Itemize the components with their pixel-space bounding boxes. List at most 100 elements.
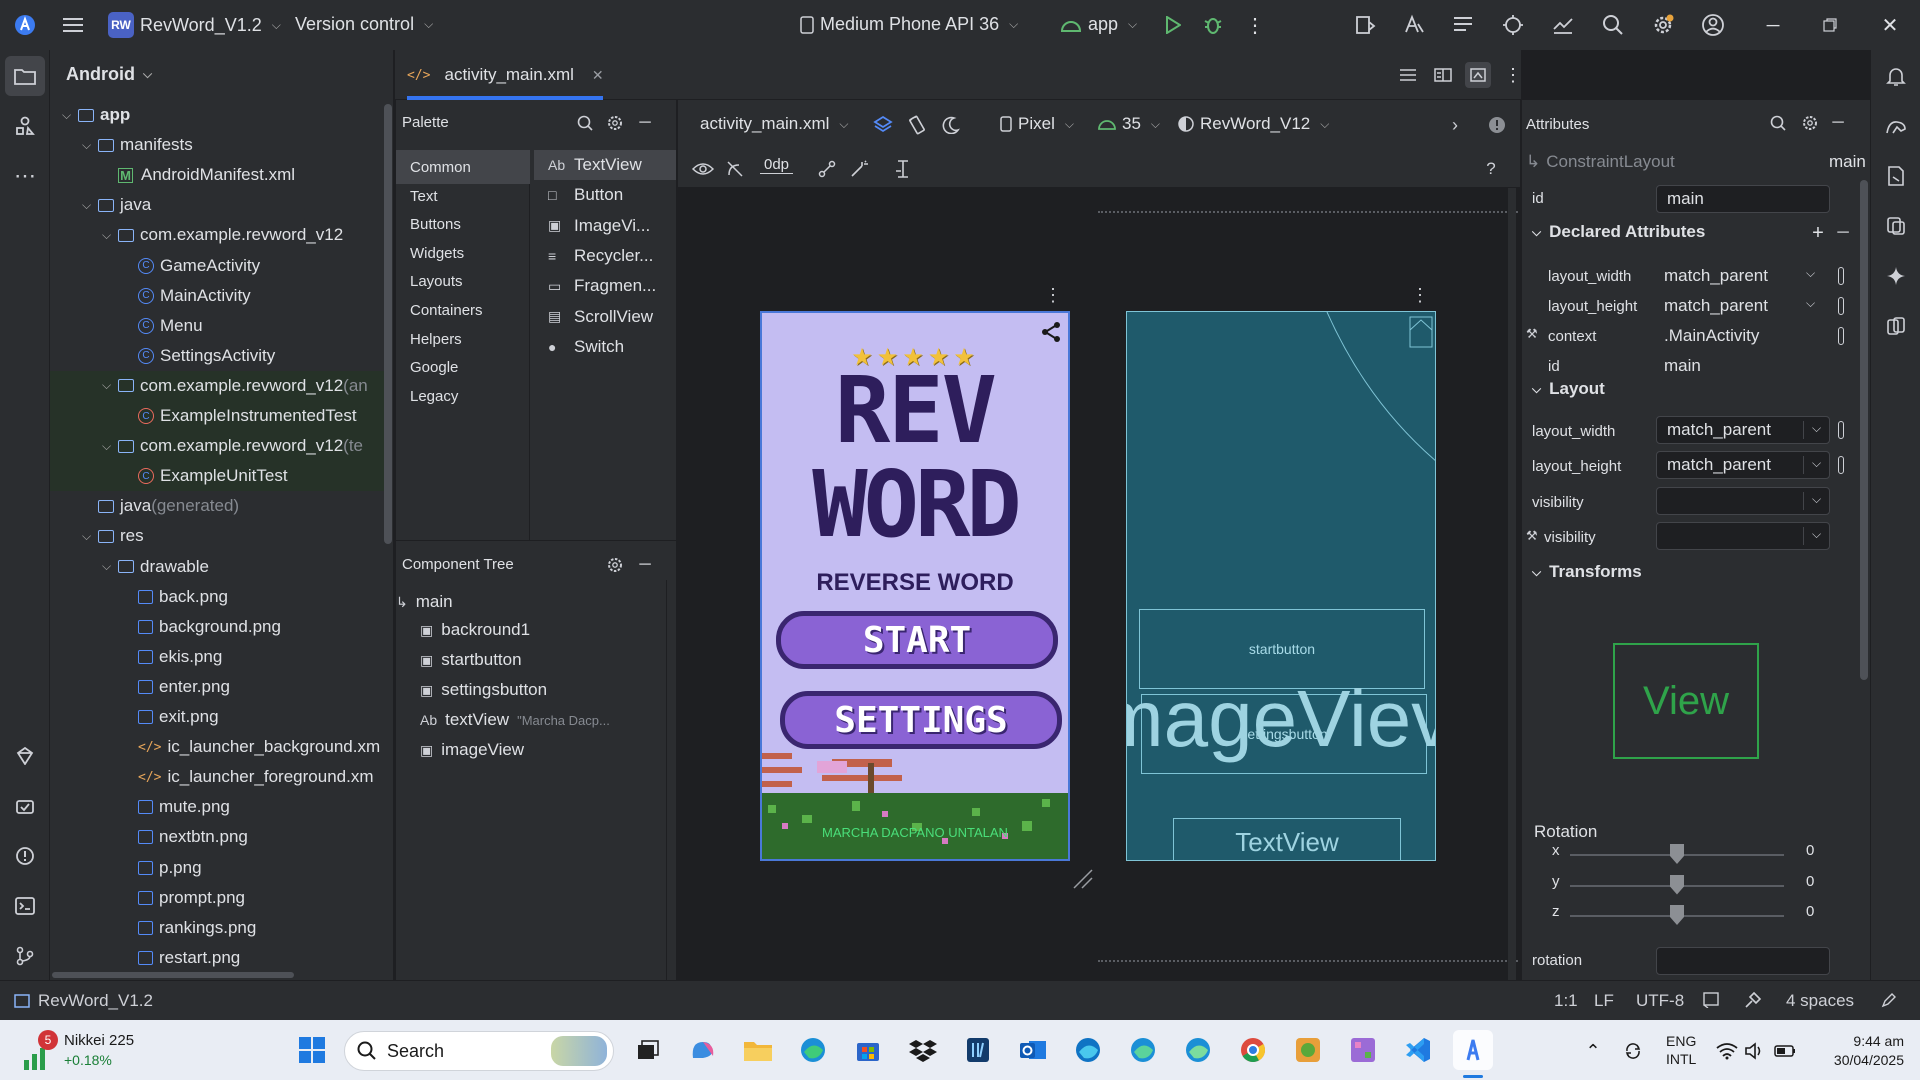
reader-mode-icon[interactable]	[1700, 989, 1722, 1011]
debug-icon[interactable]	[1198, 10, 1228, 40]
problems-icon[interactable]	[0, 836, 50, 876]
resource-picker-icon[interactable]	[1838, 327, 1844, 345]
orientation-icon[interactable]	[904, 112, 930, 138]
tree-item[interactable]: back.png	[122, 582, 228, 612]
android-studio-logo-icon[interactable]	[10, 10, 40, 40]
minimize-panel-icon[interactable]: ─	[634, 112, 656, 134]
blueprint-imageview[interactable]: mageViev	[1127, 674, 1435, 764]
more-vertical-icon[interactable]: ⋮	[1410, 285, 1430, 305]
running-devices-icon[interactable]	[1871, 206, 1920, 246]
tree-item[interactable]: </> ic_launcher_foreground.xm	[122, 762, 374, 792]
declared-attributes-header[interactable]: ⌵ Declared Attributes	[1532, 222, 1705, 242]
file-selector[interactable]: activity_main.xml ⌵	[700, 114, 849, 134]
tree-item[interactable]: enter.png	[122, 672, 230, 702]
palette-item[interactable]: ▭ Fragmen...	[548, 276, 656, 296]
api-level-selector[interactable]: 35 ⌵	[1098, 114, 1160, 134]
remove-attribute-icon[interactable]: ─	[1832, 222, 1854, 244]
more-tools-icon[interactable]: ⋯	[0, 156, 50, 196]
logcat-icon[interactable]	[1448, 10, 1478, 40]
tray-chevron-up-icon[interactable]: ⌃	[1580, 1038, 1606, 1064]
restore-icon[interactable]	[1815, 10, 1845, 40]
more-vertical-icon[interactable]: ⋮	[1043, 285, 1063, 305]
blueprint-textview[interactable]: TextView	[1173, 818, 1401, 860]
layout-attr-dropdown[interactable]: ⌵	[1656, 486, 1830, 515]
layout-attr-dropdown[interactable]: ⌵	[1656, 521, 1830, 550]
palette-item[interactable]: ▣ ImageVi...	[548, 216, 650, 236]
layout-attr-dropdown[interactable]: match_parent ⌵	[1656, 451, 1830, 480]
rotation-field[interactable]	[1656, 947, 1830, 975]
indent-setting[interactable]: 4 spaces	[1786, 991, 1854, 1011]
component-tree-item[interactable]: ▣ startbutton	[420, 650, 522, 670]
file-encoding[interactable]: UTF-8	[1636, 991, 1684, 1011]
split-view-icon[interactable]	[1430, 62, 1456, 88]
cursor-position[interactable]: 1:1	[1554, 991, 1578, 1011]
chrome-icon[interactable]	[1233, 1030, 1273, 1070]
palette-category[interactable]: Common	[410, 159, 471, 176]
windows-start-icon[interactable]	[292, 1030, 332, 1070]
design-surface-icon[interactable]	[870, 112, 896, 138]
declared-attr-value[interactable]: match_parent	[1664, 296, 1768, 316]
game-app-icon[interactable]	[1288, 1030, 1328, 1070]
palette-item[interactable]: Ab TextView	[548, 155, 642, 175]
close-tab-icon[interactable]: ✕	[592, 67, 604, 84]
tree-item[interactable]: C ExampleUnitTest	[122, 461, 288, 491]
outlook-icon[interactable]	[1013, 1030, 1053, 1070]
palette-item[interactable]: ● Switch	[548, 337, 624, 357]
tree-item[interactable]: java (generated)	[82, 491, 239, 521]
project-view-selector[interactable]: Android ⌵	[66, 64, 152, 85]
gradle-icon[interactable]	[1871, 106, 1920, 146]
minimize-icon[interactable]: ─	[1758, 10, 1788, 40]
close-window-icon[interactable]: ✕	[1875, 10, 1905, 40]
rotation-slider-thumb[interactable]	[1670, 874, 1684, 895]
tree-item[interactable]: prompt.png	[122, 883, 245, 913]
tree-item[interactable]: ⌵ res	[82, 521, 144, 551]
resource-picker-icon[interactable]	[1838, 421, 1844, 439]
canvas-scrollbar[interactable]	[1508, 188, 1516, 980]
terminal-icon[interactable]	[0, 886, 50, 926]
device-preview-selector[interactable]: Pixel ⌵	[1000, 114, 1074, 134]
default-margin-field[interactable]: 0dp	[760, 156, 794, 174]
bookshelf-icon[interactable]	[958, 1030, 998, 1070]
settings-gear-icon[interactable]	[1799, 112, 1821, 134]
tree-item[interactable]: M AndroidManifest.xml	[102, 160, 295, 190]
file-explorer-icon[interactable]	[738, 1030, 778, 1070]
resize-handle-icon[interactable]	[1070, 866, 1096, 892]
task-view-icon[interactable]	[628, 1030, 668, 1070]
component-tree-item[interactable]: ▣ backround1	[420, 620, 530, 640]
tab-activity-main[interactable]: </> activity_main.xml ✕	[407, 50, 604, 100]
transforms-header[interactable]: ⌵ Transforms	[1532, 562, 1642, 582]
tree-item[interactable]: p.png	[122, 853, 202, 883]
tree-item[interactable]: ⌵ com.example.revword_v12 (te	[102, 431, 363, 461]
account-icon[interactable]	[1698, 10, 1728, 40]
autoconnect-off-icon[interactable]	[722, 156, 748, 182]
chevron-down-icon[interactable]: ⌵	[1806, 266, 1815, 281]
palette-category[interactable]: Buttons	[410, 216, 461, 233]
tree-item[interactable]: ⌵ manifests	[82, 130, 193, 160]
declared-attr-value[interactable]: main	[1664, 356, 1701, 376]
store-icon[interactable]	[848, 1030, 888, 1070]
palette-item[interactable]: ▤ ScrollView	[548, 307, 653, 327]
project-selector[interactable]: RW RevWord_V1.2 ⌵	[108, 12, 281, 38]
pixel-art-app-icon[interactable]	[1343, 1030, 1383, 1070]
component-tree-item[interactable]: Ab textView "Marcha Dacp...	[420, 710, 610, 730]
resource-picker-icon[interactable]	[1838, 297, 1844, 315]
read-only-toggle-icon[interactable]	[1878, 989, 1900, 1011]
tree-item[interactable]: ⌵ drawable	[102, 552, 209, 582]
stocks-widget[interactable]: 5 Nikkei 225 +0.18%	[18, 1030, 148, 1074]
guidelines-icon[interactable]	[890, 156, 916, 182]
gear-bug-icon[interactable]	[1498, 10, 1528, 40]
palette-category[interactable]: Google	[410, 359, 458, 376]
settings-gear-icon[interactable]	[604, 112, 626, 134]
gemini-sparkle-icon[interactable]	[1871, 256, 1920, 296]
add-attribute-icon[interactable]: +	[1807, 222, 1829, 244]
translate-icon[interactable]	[1399, 10, 1429, 40]
tree-item[interactable]: ekis.png	[122, 642, 222, 672]
declared-attr-value[interactable]: .MainActivity	[1664, 326, 1759, 346]
tree-item[interactable]: mute.png	[122, 792, 230, 822]
tree-item[interactable]: restart.png	[122, 943, 240, 973]
notifications-bell-icon[interactable]	[1871, 56, 1920, 96]
tree-vertical-scrollbar[interactable]	[384, 104, 392, 544]
palette-item[interactable]: □ Button	[548, 185, 623, 205]
start-button-preview[interactable]: START	[776, 611, 1058, 669]
dropbox-icon[interactable]	[903, 1030, 943, 1070]
